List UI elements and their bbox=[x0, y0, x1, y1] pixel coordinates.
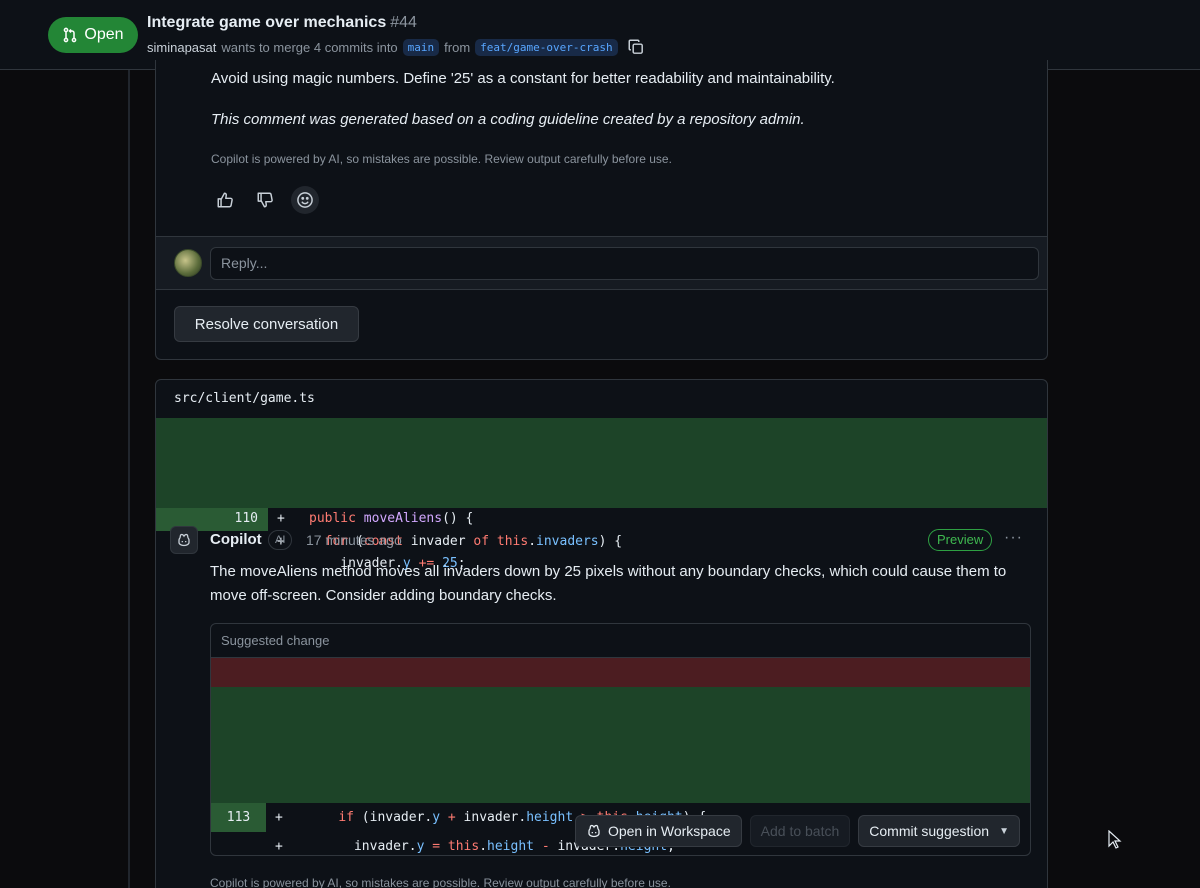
diff-row: 108 + public moveAliens() { bbox=[156, 440, 1047, 526]
commit-suggestion-button[interactable]: Commit suggestion ▼ bbox=[858, 815, 1020, 847]
resolve-conversation-button[interactable]: Resolve conversation bbox=[174, 306, 359, 342]
preview-badge: Preview bbox=[928, 529, 993, 551]
pr-number: #44 bbox=[390, 14, 417, 31]
pr-author-link[interactable]: siminapasat bbox=[147, 40, 216, 55]
suggestion-row-added: 110 + invader.y += 25; bbox=[211, 687, 1030, 796]
pull-request-icon bbox=[64, 27, 77, 43]
merge-text: wants to merge 4 commits into bbox=[221, 39, 398, 55]
pr-status-label: Open bbox=[84, 26, 124, 43]
more-options-button[interactable]: ··· bbox=[1004, 529, 1023, 547]
commit-suggestion-label: Commit suggestion bbox=[869, 823, 990, 839]
comment-text: Avoid using magic numbers. Define '25' a… bbox=[211, 70, 835, 87]
suggestion-actions: Open in Workspace Add to batch Commit su… bbox=[574, 815, 1020, 847]
smiley-icon bbox=[297, 192, 313, 208]
diff-hunk: 107 + 108 + public moveAliens() { 109 + … bbox=[156, 418, 1047, 571]
guideline-note: This comment was generated based on a co… bbox=[211, 111, 805, 128]
base-branch[interactable]: main bbox=[402, 38, 440, 56]
ai-badge: AI bbox=[268, 530, 293, 550]
timeline-rail bbox=[128, 70, 130, 888]
user-avatar bbox=[174, 249, 202, 277]
copy-icon[interactable] bbox=[627, 38, 645, 56]
line-number: 113 bbox=[211, 803, 266, 832]
reply-input[interactable]: Reply... bbox=[210, 247, 1039, 280]
diff-row: 110 + invader.y += 25; bbox=[156, 485, 1047, 571]
open-in-workspace-button[interactable]: Open in Workspace bbox=[574, 815, 742, 847]
suggestion-row-added: 113 + } bbox=[211, 774, 1030, 854]
diff-sign: + bbox=[275, 839, 283, 854]
thumbs-up-button[interactable] bbox=[211, 186, 239, 214]
pr-title: Integrate game over mechanics #44 bbox=[147, 14, 417, 32]
diff-row: 109 + for (const invader of this.invader… bbox=[156, 463, 1047, 549]
copilot-avatar bbox=[170, 526, 198, 554]
thumbs-down-icon bbox=[257, 192, 273, 208]
review-thread-2: src/client/game.ts 107 + 108 + public mo… bbox=[155, 379, 1048, 888]
add-to-batch-button[interactable]: Add to batch bbox=[749, 815, 851, 847]
reply-bar: Reply... bbox=[156, 236, 1047, 290]
review-thread-1: Avoid using magic numbers. Define '25' a… bbox=[155, 60, 1048, 360]
suggestion-row-added: 111 + if (invader.y + invader.height > t… bbox=[211, 716, 1030, 825]
thumbs-up-icon bbox=[217, 192, 233, 208]
suggestion-row-added: 112 + invader.y = this.height - invader.… bbox=[211, 745, 1030, 854]
pr-subtitle: siminapasat wants to merge 4 commits int… bbox=[147, 38, 645, 56]
copilot-icon bbox=[588, 824, 600, 838]
from-text: from bbox=[444, 39, 471, 55]
add-reaction-button[interactable] bbox=[291, 186, 319, 214]
head-branch[interactable]: feat/game-over-crash bbox=[475, 38, 618, 56]
suggested-change-box: Suggested change 110 − invader.y += 25; … bbox=[210, 623, 1031, 856]
chevron-down-icon: ▼ bbox=[999, 825, 1009, 837]
code-line: public moveAliens() { bbox=[309, 511, 474, 526]
diff-sign: + bbox=[277, 511, 285, 526]
file-path[interactable]: src/client/game.ts bbox=[174, 391, 315, 406]
suggested-change-title: Suggested change bbox=[211, 624, 1030, 658]
comment-timestamp[interactable]: 17 minutes ago bbox=[306, 532, 402, 548]
diff-row: 107 + bbox=[156, 418, 1047, 481]
diff-sign: + bbox=[275, 810, 283, 825]
mouse-cursor-icon bbox=[1108, 830, 1122, 849]
comment-body: The moveAliens method moves all invaders… bbox=[210, 563, 1007, 604]
ai-disclaimer: Copilot is powered by AI, so mistakes ar… bbox=[211, 152, 672, 166]
suggestion-row-deleted: 110 − invader.y += 25; bbox=[211, 658, 1030, 767]
pr-title-text: Integrate game over mechanics bbox=[147, 14, 387, 31]
pr-status-badge: Open bbox=[48, 17, 138, 53]
comment-author[interactable]: Copilot bbox=[210, 531, 262, 548]
ai-disclaimer: Copilot is powered by AI, so mistakes ar… bbox=[210, 876, 671, 888]
feedback-reactions bbox=[211, 186, 319, 214]
copilot-icon bbox=[178, 533, 190, 547]
thumbs-down-button[interactable] bbox=[251, 186, 279, 214]
open-in-workspace-label: Open in Workspace bbox=[607, 823, 731, 839]
